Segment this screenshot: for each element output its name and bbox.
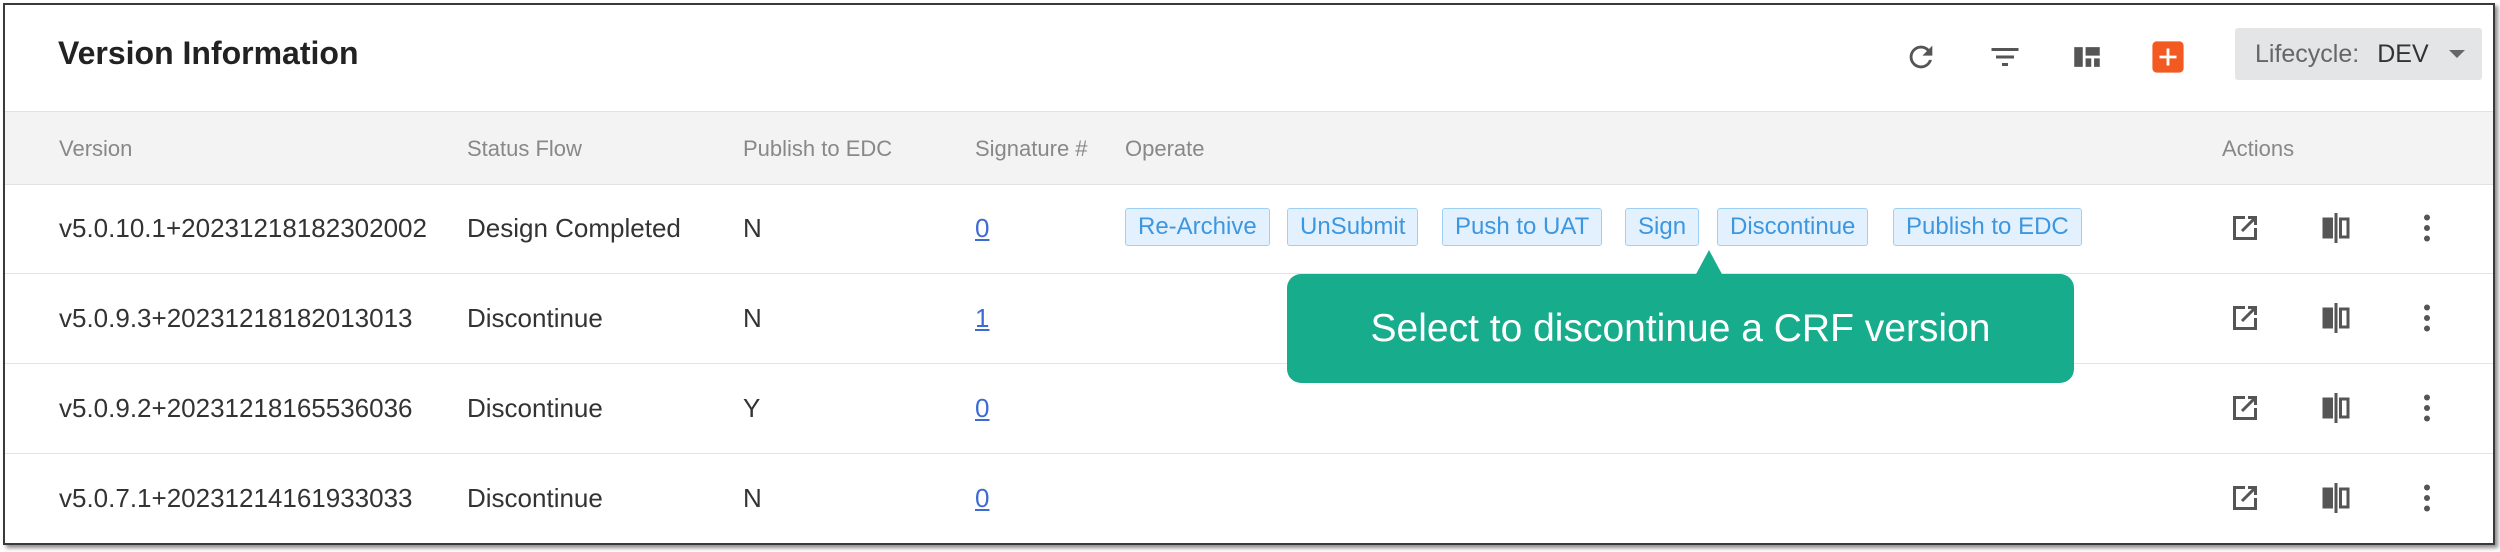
tooltip-arrow — [1695, 250, 1723, 276]
filter-icon — [1991, 48, 2019, 66]
compare-button[interactable] — [2314, 386, 2358, 430]
filter-button[interactable] — [1983, 35, 2027, 79]
layout-icon — [2074, 47, 2100, 67]
column-header-operate: Operate — [1125, 136, 1205, 161]
add-icon — [2152, 41, 2184, 73]
publish-cell: N — [743, 483, 762, 513]
refresh-icon — [1909, 45, 1933, 69]
table-header: Version Status Flow Publish to EDC Signa… — [5, 111, 2493, 185]
column-header-status-flow: Status Flow — [467, 136, 582, 161]
column-header-publish-to-edc: Publish to EDC — [743, 136, 893, 161]
open-button[interactable] — [2223, 386, 2267, 430]
version-information-panel: Version Information Lifecycle: DEV Versi… — [3, 3, 2495, 545]
signature-link[interactable]: 0 — [975, 213, 989, 244]
open-external-icon — [2233, 216, 2257, 240]
more-vertical-icon — [2424, 214, 2430, 242]
version-cell: v5.0.9.2+20231218165536036 — [59, 393, 413, 423]
compare-button[interactable] — [2314, 476, 2358, 520]
compare-icon — [2322, 393, 2350, 423]
compare-button[interactable] — [2314, 296, 2358, 340]
open-external-icon — [2233, 396, 2257, 420]
lifecycle-select[interactable]: Lifecycle: DEV — [2235, 28, 2482, 80]
compare-icon — [2322, 483, 2350, 513]
chevron-down-icon — [2448, 50, 2465, 58]
publish-to-edc-button[interactable]: Publish to EDC — [1893, 208, 2082, 246]
version-cell: v5.0.10.1+20231218182302002 — [59, 213, 427, 243]
lifecycle-value: DEV — [2377, 39, 2429, 68]
refresh-button[interactable] — [1899, 35, 1943, 79]
column-header-version: Version — [59, 136, 133, 161]
status-cell: Design Completed — [467, 213, 681, 243]
table-row: v5.0.9.3+20231218182013013 Discontinue N… — [5, 274, 2493, 364]
publish-cell: N — [743, 303, 762, 333]
more-button[interactable] — [2405, 476, 2449, 520]
add-button[interactable] — [2146, 35, 2190, 79]
lifecycle-label: Lifecycle: — [2255, 39, 2360, 68]
more-button[interactable] — [2405, 386, 2449, 430]
re-archive-button[interactable]: Re-Archive — [1125, 208, 1270, 246]
status-cell: Discontinue — [467, 303, 603, 333]
open-button[interactable] — [2223, 476, 2267, 520]
compare-icon — [2322, 303, 2350, 333]
open-button[interactable] — [2223, 296, 2267, 340]
compare-button[interactable] — [2314, 206, 2358, 250]
table-row: v5.0.9.2+20231218165536036 Discontinue Y… — [5, 364, 2493, 454]
table-row: v5.0.10.1+20231218182302002 Design Compl… — [5, 184, 2493, 274]
column-header-actions: Actions — [2222, 136, 2295, 161]
status-cell: Discontinue — [467, 393, 603, 423]
open-external-icon — [2233, 306, 2257, 330]
signature-link[interactable]: 0 — [975, 483, 989, 514]
status-cell: Discontinue — [467, 483, 603, 513]
push-to-uat-button[interactable]: Push to UAT — [1442, 208, 1603, 246]
table-row: v5.0.7.1+20231214161933033 Discontinue N… — [5, 454, 2493, 543]
column-header-signature: Signature # — [975, 136, 1088, 161]
layout-button[interactable] — [2065, 35, 2109, 79]
publish-cell: Y — [743, 393, 761, 423]
panel-header: Version Information Lifecycle: DEV — [5, 5, 2493, 110]
publish-cell: N — [743, 213, 762, 243]
more-button[interactable] — [2405, 296, 2449, 340]
version-cell: v5.0.7.1+20231214161933033 — [59, 483, 413, 513]
more-button[interactable] — [2405, 206, 2449, 250]
sign-button[interactable]: Sign — [1625, 208, 1700, 246]
discontinue-button[interactable]: Discontinue — [1717, 208, 1869, 246]
compare-icon — [2322, 213, 2350, 243]
open-external-icon — [2233, 486, 2257, 510]
version-cell: v5.0.9.3+20231218182013013 — [59, 303, 413, 333]
signature-link[interactable]: 0 — [975, 393, 989, 424]
more-vertical-icon — [2424, 394, 2430, 422]
discontinue-tooltip: Select to discontinue a CRF version — [1287, 274, 2074, 383]
signature-link[interactable]: 1 — [975, 303, 989, 334]
unsubmit-button[interactable]: UnSubmit — [1287, 208, 1419, 246]
more-vertical-icon — [2424, 304, 2430, 332]
more-vertical-icon — [2424, 484, 2430, 512]
page-title: Version Information — [58, 35, 359, 71]
open-button[interactable] — [2223, 206, 2267, 250]
